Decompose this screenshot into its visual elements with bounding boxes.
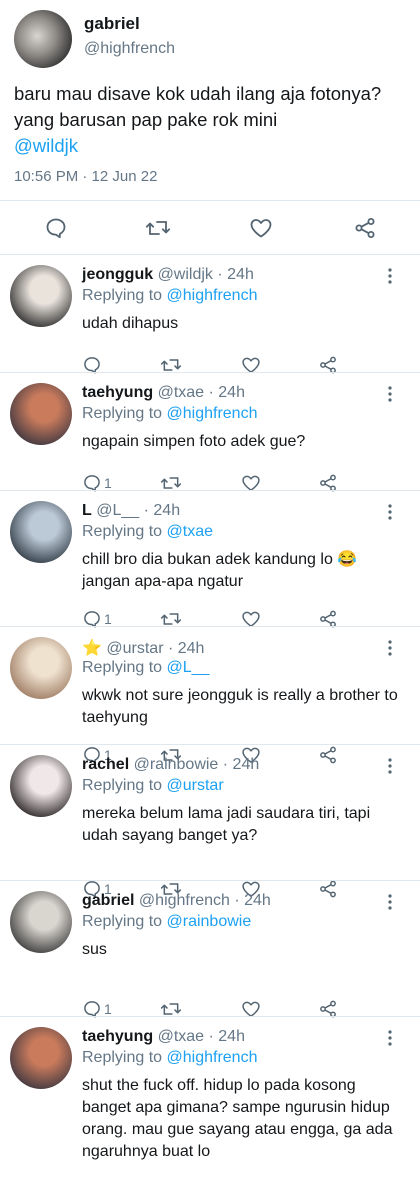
reply-text: wkwk not sure jeongguk is really a broth… <box>82 687 398 726</box>
replying-to: Replying to @urstar <box>82 777 224 795</box>
share-button[interactable] <box>350 213 380 243</box>
reply-tweet[interactable]: gabriel @highfrench · 24h Replying to @ra… <box>0 881 420 1018</box>
replying-label: Replying to <box>82 913 163 930</box>
author-name[interactable]: taehyung <box>82 384 153 401</box>
author-handle[interactable]: @highfrench <box>84 40 175 58</box>
avatar[interactable] <box>10 383 72 445</box>
replying-label: Replying to <box>82 405 163 422</box>
reply-header: taehyung @txae · 24h <box>82 1028 245 1046</box>
more-options-icon <box>388 504 392 520</box>
reply-tweet[interactable]: L @L__ · 24h Replying to @txae chill bro d… <box>0 491 420 628</box>
avatar[interactable] <box>10 265 72 327</box>
avatar[interactable] <box>10 891 72 953</box>
reply-header: rachel @rainbowie · 24h <box>82 756 259 774</box>
replying-to: Replying to @highfrench <box>82 405 257 423</box>
reply-tweet[interactable]: taehyung @txae · 24h Replying to @highfre… <box>0 373 420 492</box>
reply-count: 1 <box>104 611 112 627</box>
reply-header: jeongguk @wildjk · 24h <box>82 266 254 284</box>
reply-header: ⭐ @urstar · 24h <box>82 638 204 658</box>
replying-label: Replying to <box>82 523 163 540</box>
replying-to: Replying to @txae <box>82 523 213 541</box>
author-name[interactable]: L <box>82 502 92 519</box>
reply-tweet[interactable]: ⭐ @urstar · 24h Replying to @L__ wkwk not … <box>0 627 420 764</box>
reply-tweet[interactable]: jeongguk @wildjk · 24h Replying to @highf… <box>0 255 420 374</box>
replying-label: Replying to <box>82 777 163 794</box>
reply-count: 1 <box>104 1001 112 1017</box>
author-name[interactable]: ⭐ <box>82 640 102 657</box>
more-options-icon <box>388 268 392 284</box>
more-options-icon <box>388 640 392 656</box>
reply-tweet[interactable]: taehyung @txae · 24h Replying to @highfre… <box>0 1017 420 1200</box>
author-meta: @urstar · 24h <box>106 640 205 657</box>
replying-to-link[interactable]: @txae <box>167 523 213 540</box>
reply-text: chill bro dia bukan adek kandung lo 😂 ja… <box>82 551 358 590</box>
avatar[interactable] <box>10 755 72 817</box>
reply-header: L @L__ · 24h <box>82 502 180 520</box>
tweet-timestamp[interactable]: 10:56 PM · 12 Jun 22 <box>14 168 157 185</box>
share-icon <box>355 218 375 238</box>
reply-text: udah dihapus <box>82 315 179 332</box>
reply-count: 1 <box>104 475 112 491</box>
more-options-button[interactable] <box>384 756 396 776</box>
replying-to: Replying to @L__ <box>82 659 209 677</box>
replying-to-link[interactable]: @rainbowie <box>167 913 252 930</box>
author-name[interactable]: gabriel <box>82 892 134 909</box>
tweet-text: baru mau disave kok udah ilang aja foton… <box>14 81 409 159</box>
like-icon <box>250 219 272 238</box>
author-meta: @highfrench · 24h <box>138 892 271 909</box>
replying-to-link[interactable]: @L__ <box>167 659 210 676</box>
main-tweet: gabriel @highfrench baru mau disave kok … <box>0 0 420 255</box>
avatar[interactable] <box>10 1027 72 1089</box>
author-name[interactable]: gabriel <box>84 14 140 34</box>
author-meta: @txae · 24h <box>157 384 245 401</box>
replying-label: Replying to <box>82 287 163 304</box>
reply-text: shut the fuck off. hidup lo pada kosong … <box>82 1077 393 1160</box>
more-options-button[interactable] <box>384 384 396 404</box>
reply-header: taehyung @txae · 24h <box>82 384 245 402</box>
more-options-button[interactable] <box>384 638 396 658</box>
more-options-icon <box>388 1030 392 1046</box>
more-options-button[interactable] <box>384 1028 396 1048</box>
reply-icon <box>46 218 66 239</box>
more-options-icon <box>388 894 392 910</box>
replying-to-link[interactable]: @urstar <box>167 777 224 794</box>
avatar[interactable] <box>10 637 72 699</box>
retweet-button[interactable] <box>143 213 173 243</box>
tweet-actions <box>0 213 420 245</box>
more-options-button[interactable] <box>384 892 396 912</box>
more-options-icon <box>388 758 392 774</box>
author-name[interactable]: jeongguk <box>82 266 153 283</box>
author-meta: @L__ · 24h <box>96 502 181 519</box>
replying-to: Replying to @rainbowie <box>82 913 251 931</box>
replying-to: Replying to @highfrench <box>82 1049 257 1067</box>
replying-to-link[interactable]: @highfrench <box>167 405 258 422</box>
reply-tweet[interactable]: rachel @rainbowie · 24h Replying to @urst… <box>0 745 420 898</box>
more-options-button[interactable] <box>384 502 396 522</box>
author-meta: @wildjk · 24h <box>157 266 254 283</box>
retweet-icon <box>145 221 171 235</box>
tweet-body: baru mau disave kok udah ilang aja foton… <box>14 83 382 130</box>
author-name[interactable]: taehyung <box>82 1028 153 1045</box>
avatar[interactable] <box>14 10 72 68</box>
reply-button[interactable] <box>41 213 71 243</box>
more-options-button[interactable] <box>384 266 396 286</box>
replying-label: Replying to <box>82 659 163 676</box>
avatar[interactable] <box>10 501 72 563</box>
author-meta: @rainbowie · 24h <box>133 756 260 773</box>
replying-to-link[interactable]: @highfrench <box>167 287 258 304</box>
like-button[interactable] <box>246 213 276 243</box>
mention-link[interactable]: @wildjk <box>14 135 78 156</box>
replying-to-link[interactable]: @highfrench <box>167 1049 258 1066</box>
replying-to: Replying to @highfrench <box>82 287 257 305</box>
divider <box>0 200 420 201</box>
reply-text: sus <box>82 941 107 958</box>
reply-text: mereka belum lama jadi saudara tiri, tap… <box>82 805 371 844</box>
reply-text: ngapain simpen foto adek gue? <box>82 433 306 450</box>
author-meta: @txae · 24h <box>157 1028 245 1045</box>
author-name[interactable]: rachel <box>82 756 129 773</box>
more-options-icon <box>388 386 392 402</box>
reply-header: gabriel @highfrench · 24h <box>82 892 271 910</box>
replying-label: Replying to <box>82 1049 163 1066</box>
